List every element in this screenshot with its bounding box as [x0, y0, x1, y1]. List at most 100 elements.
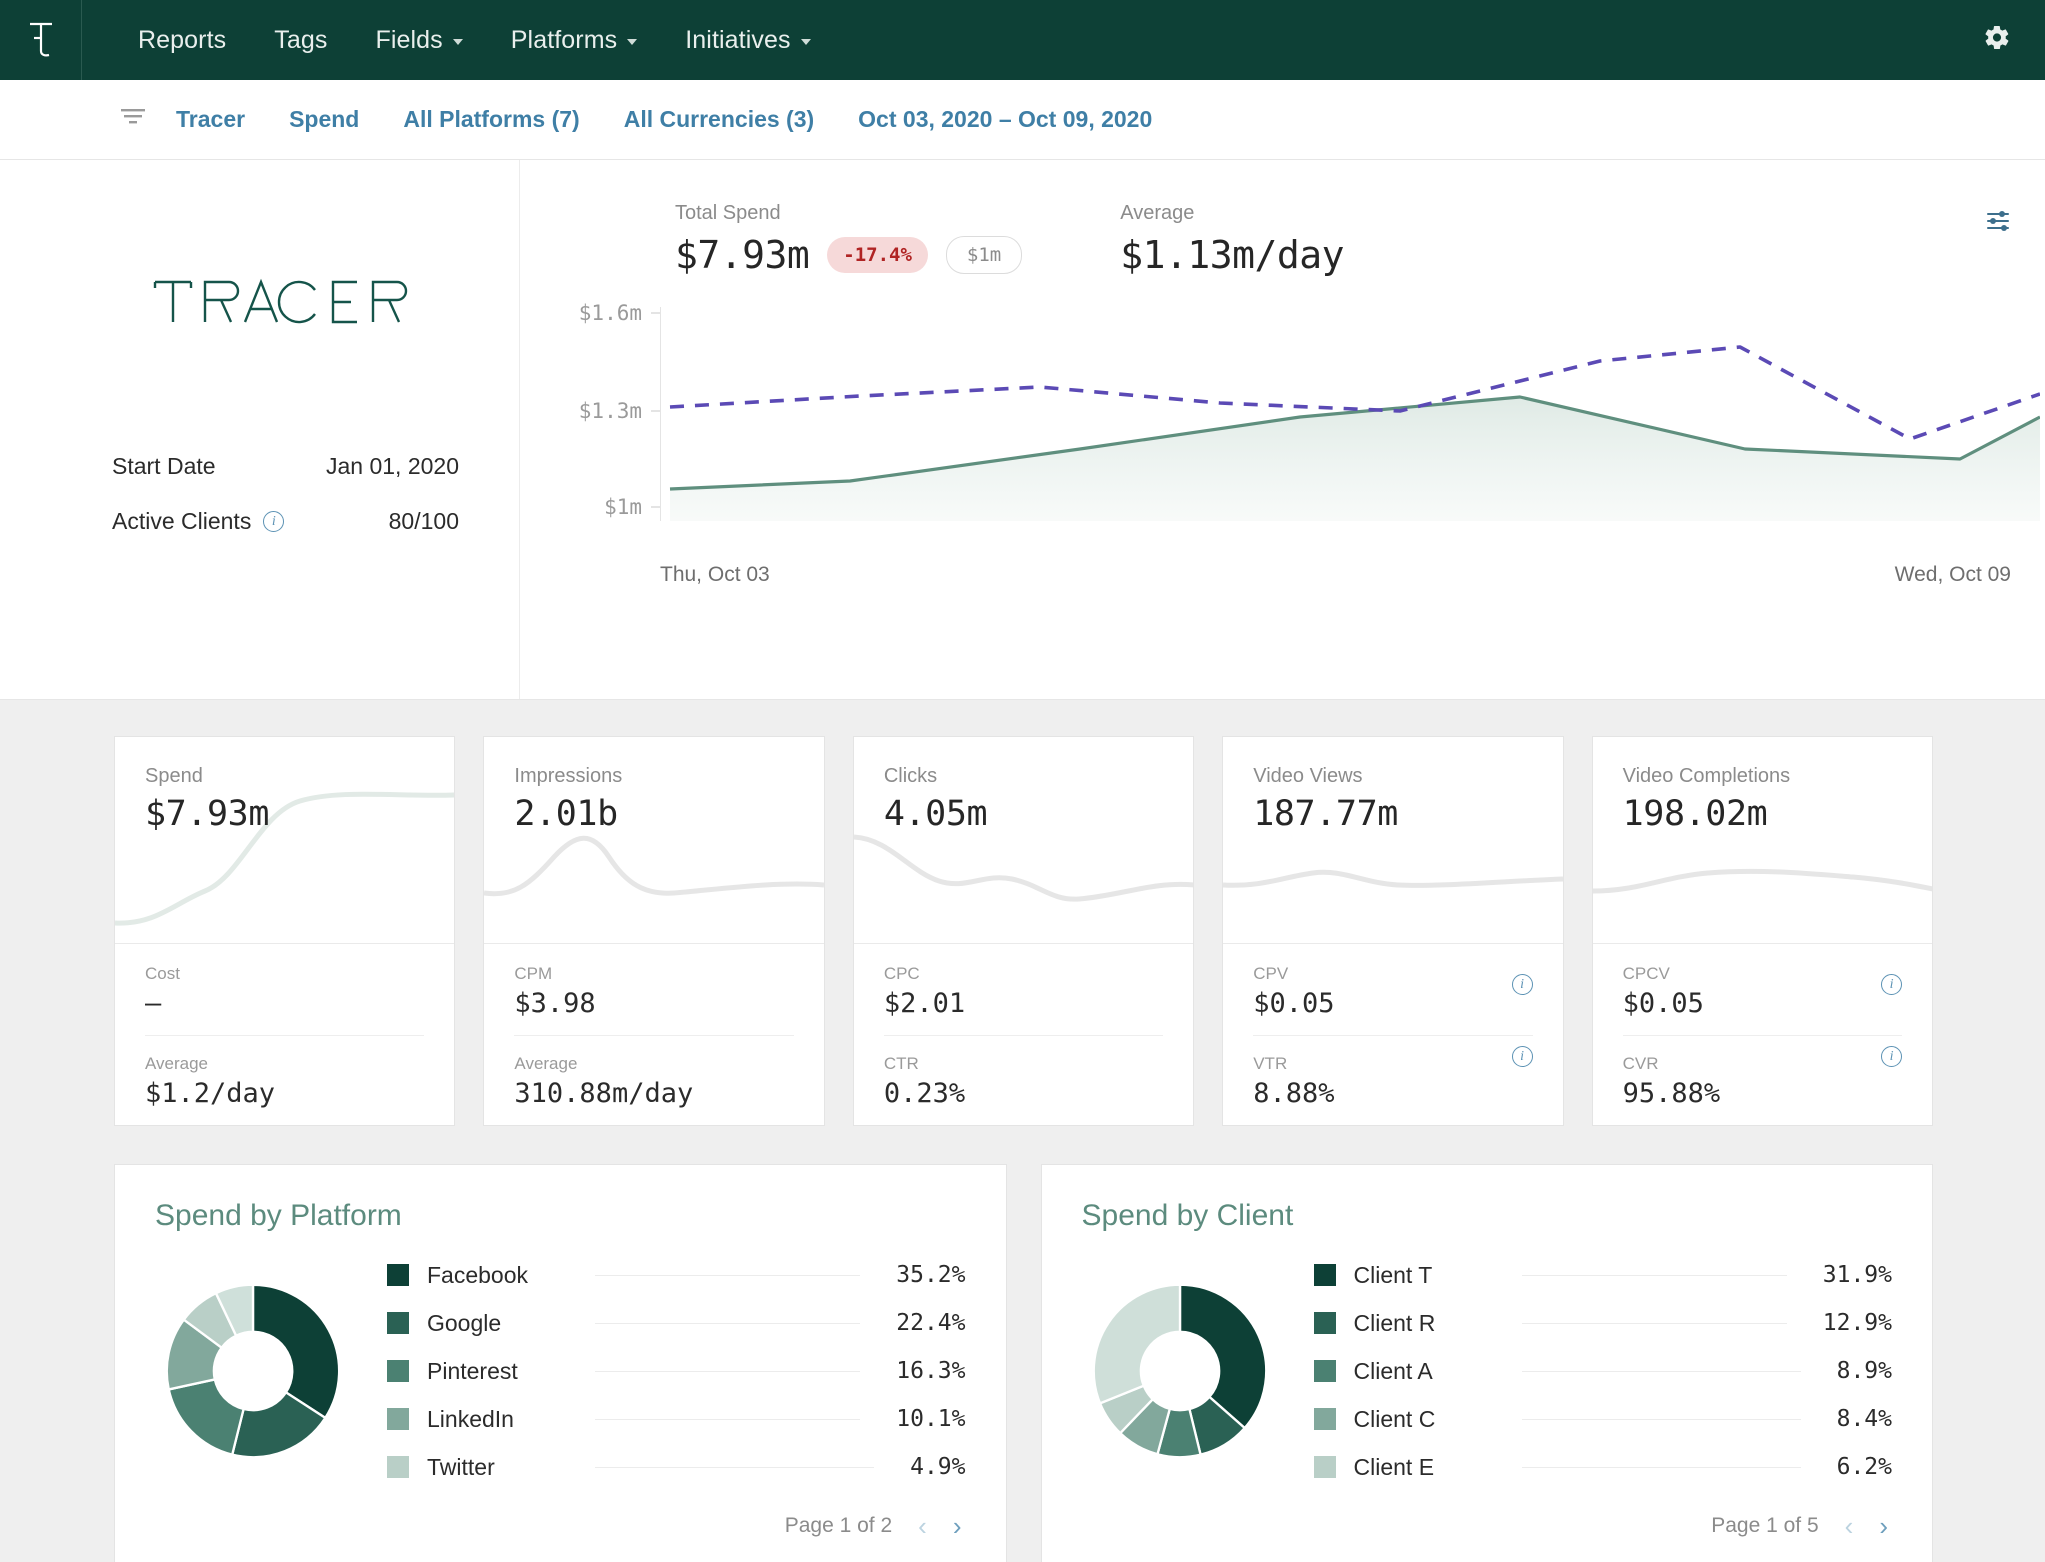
metric-card-video-views[interactable]: Video Views 187.77m CPV $0.05 i VTR 8.88… [1222, 736, 1564, 1126]
sub-label: Average [145, 1054, 209, 1073]
chevron-down-icon [627, 39, 638, 45]
pagination-client: Page 1 of 5 ‹ › [1082, 1513, 1893, 1539]
metric-value: 2.01b [514, 794, 618, 834]
legend-swatch [387, 1264, 409, 1286]
nav-item-initiatives[interactable]: Initiatives [661, 26, 834, 55]
metric-card-video-completions[interactable]: Video Completions 198.02m CPCV $0.05 i C… [1591, 736, 1934, 1126]
metric-sub-cost: Cost – [145, 964, 424, 1035]
metric-sub-cpv: CPV $0.05 i [1253, 964, 1533, 1035]
metric-sub-cpm: CPM $3.98 [514, 964, 793, 1035]
sub-label: Cost [145, 964, 180, 983]
metric-sub-ctr: CTR 0.23% [883, 1035, 1164, 1125]
filter-chip-platforms[interactable]: All Platforms (7) [381, 106, 601, 133]
filter-chip-tracer[interactable]: Tracer [118, 106, 267, 133]
filter-chip-currencies[interactable]: All Currencies (3) [602, 106, 836, 133]
legend-value: 35.2% [896, 1262, 966, 1288]
goal-badge[interactable]: $1m [945, 236, 1023, 274]
metric-label: Video Completions [1622, 765, 1791, 787]
legend-label: Pinterest [427, 1357, 518, 1384]
metric-card-clicks[interactable]: Clicks 4.05m CPC $2.01 CTR 0.23% [852, 736, 1195, 1126]
legend-row[interactable]: Client R 12.9% [1313, 1299, 1892, 1347]
sub-value: $3.98 [514, 988, 596, 1019]
legend-leader-line [595, 1274, 861, 1276]
sub-value: 8.88% [1253, 1078, 1335, 1109]
sub-value: $0.05 [1253, 988, 1335, 1019]
panel-spend-by-platform: Spend by Platform Facebook 35.2% Google … [114, 1164, 1007, 1562]
legend-row[interactable]: Client C 8.4% [1313, 1395, 1892, 1443]
legend-row[interactable]: Client T 31.9% [1313, 1251, 1892, 1299]
chart-plot-area [660, 307, 2040, 521]
legend-leader-line [595, 1370, 861, 1372]
chevron-right-icon[interactable]: › [1879, 1513, 1888, 1539]
info-icon[interactable]: i [1511, 1046, 1533, 1067]
meta-label: Start Date [112, 453, 216, 479]
info-icon[interactable]: i [1881, 1046, 1903, 1067]
top-navigation-bar: Reports Tags Fields Platforms Initiative… [0, 0, 2045, 80]
chevron-left-icon[interactable]: ‹ [1845, 1513, 1854, 1539]
chart-area-fill [670, 397, 2040, 521]
sub-label: CVR [1622, 1054, 1659, 1073]
nav-item-label: Tags [274, 25, 328, 54]
metric-label: Impressions [514, 765, 623, 787]
meta-row-active-clients: Active Clients i 80/100 [112, 508, 459, 535]
chevron-left-icon[interactable]: ‹ [918, 1513, 927, 1539]
brand-wordmark [112, 276, 459, 333]
pagination-label: Page 1 of 2 [784, 1514, 893, 1537]
legend-label: Client R [1353, 1309, 1436, 1336]
donut-chart-client[interactable] [1082, 1273, 1278, 1469]
nav-item-fields[interactable]: Fields [351, 26, 486, 55]
metric-card-spend[interactable]: Spend $7.93m Cost – Average $1.2/day [114, 736, 456, 1126]
metric-value: 198.02m [1622, 794, 1768, 834]
nav-item-tags[interactable]: Tags [250, 26, 351, 55]
filter-chip-spend[interactable]: Spend [267, 106, 381, 133]
x-tick-label: Thu, Oct 03 [660, 563, 770, 586]
legend-row[interactable]: Twitter 4.9% [387, 1443, 966, 1491]
tracer-logo-icon [29, 22, 52, 57]
metric-card-impressions[interactable]: Impressions 2.01b CPM $3.98 Average 310.… [483, 736, 825, 1126]
donut-chart-platform[interactable] [155, 1273, 351, 1469]
legend-row[interactable]: LinkedIn 10.1% [387, 1395, 966, 1443]
metric-value: 4.05m [883, 794, 988, 834]
nav-item-platforms[interactable]: Platforms [487, 26, 661, 55]
info-icon[interactable]: i [1511, 974, 1533, 995]
sub-value: 95.88% [1622, 1078, 1721, 1109]
legend-label: Client E [1353, 1453, 1435, 1480]
sub-value: – [145, 988, 162, 1019]
donut-slice-client-t [1178, 1283, 1267, 1430]
filter-bar: Tracer Spend All Platforms (7) All Curre… [0, 80, 2045, 160]
sub-value: 310.88m/day [514, 1078, 694, 1109]
legend-value: 16.3% [896, 1358, 966, 1384]
y-tick-label: $1m [604, 495, 642, 519]
filter-chip-list: Tracer Spend All Platforms (7) All Curre… [118, 106, 1174, 133]
sub-value: $2.01 [883, 988, 966, 1019]
legend-row[interactable]: Google 22.4% [387, 1299, 966, 1347]
chart-settings-button[interactable] [1985, 208, 2011, 239]
settings-button[interactable] [1983, 24, 2011, 57]
hero-chart-panel: Total Spend $7.93m -17.4% $1m Average $1… [520, 160, 2045, 699]
metric-label: Video Views [1253, 765, 1363, 787]
chevron-down-icon [452, 39, 463, 45]
legend-label: Twitter [427, 1453, 495, 1480]
legend-row[interactable]: Client A 8.9% [1313, 1347, 1892, 1395]
x-tick-label: Wed, Oct 09 [1894, 563, 2011, 586]
legend-label: Google [427, 1309, 502, 1336]
chevron-right-icon[interactable]: › [953, 1513, 962, 1539]
gear-icon [1985, 25, 2009, 50]
filter-chip-date-range[interactable]: Oct 03, 2020 – Oct 09, 2020 [836, 106, 1174, 133]
legend-value: 8.4% [1836, 1406, 1892, 1432]
legend-value: 10.1% [896, 1406, 966, 1432]
legend-swatch [387, 1312, 409, 1334]
legend-label: Client T [1353, 1261, 1433, 1288]
legend-row[interactable]: Facebook 35.2% [387, 1251, 966, 1299]
hero-left-panel: Start Date Jan 01, 2020 Active Clients i… [0, 160, 520, 699]
hero-section: Start Date Jan 01, 2020 Active Clients i… [0, 160, 2045, 700]
legend-row[interactable]: Pinterest 16.3% [387, 1347, 966, 1395]
app-logo[interactable] [0, 0, 82, 80]
sub-value: $0.05 [1622, 988, 1704, 1019]
legend-value: 22.4% [896, 1310, 966, 1336]
legend-row[interactable]: Client E 6.2% [1313, 1443, 1892, 1491]
nav-item-reports[interactable]: Reports [114, 26, 250, 55]
tracer-wordmark-icon [153, 278, 407, 324]
info-icon[interactable]: i [1881, 974, 1903, 995]
info-icon[interactable]: i [263, 511, 285, 532]
